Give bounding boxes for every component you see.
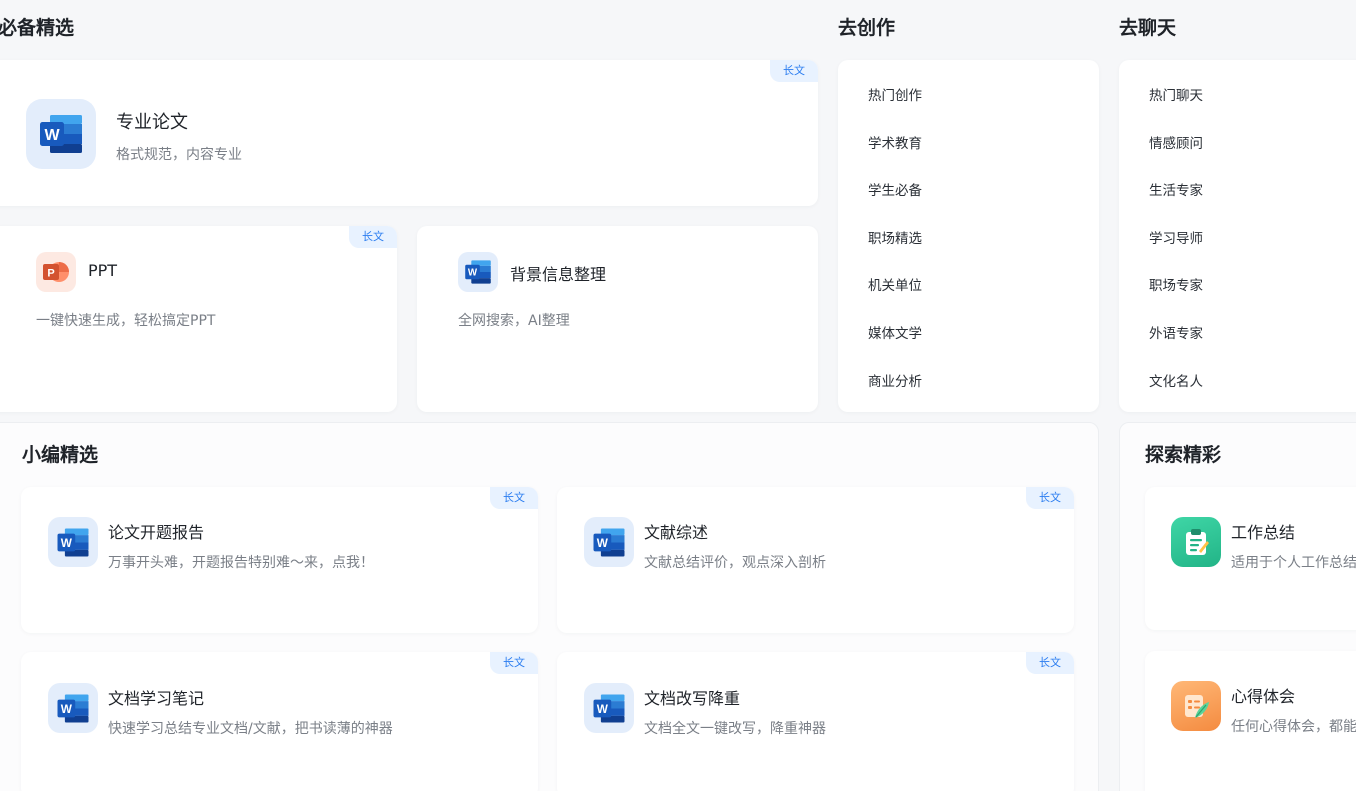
- chat-category-list: 热门聊天 情感顾问 生活专家 学习导师 职场专家 外语专家 文化名人: [1119, 60, 1356, 412]
- chat-item[interactable]: 职场专家: [1149, 274, 1203, 294]
- featured-card-paper[interactable]: 长文 W 专业论文 格式规范，内容专业: [0, 60, 818, 206]
- svg-text:W: W: [597, 701, 609, 715]
- card-desc: 文献总结评价，观点深入剖析: [644, 555, 826, 571]
- card-title: 心得体会: [1231, 687, 1296, 706]
- word-icon: W: [48, 683, 98, 733]
- svg-text:W: W: [44, 127, 60, 144]
- explore-panel: 探索精彩 工作总结 适用于个人工作总结 心得体会 任何心得体会，都能: [1119, 422, 1356, 791]
- svg-text:P: P: [47, 268, 54, 280]
- card-title: 工作总结: [1231, 523, 1296, 542]
- card-desc: 任何心得体会，都能: [1231, 719, 1356, 735]
- create-item[interactable]: 热门创作: [868, 84, 922, 104]
- chat-item[interactable]: 外语专家: [1149, 322, 1203, 342]
- create-item[interactable]: 机关单位: [868, 274, 922, 294]
- word-icon: W: [48, 517, 98, 567]
- word-icon: W: [584, 683, 634, 733]
- editors-card[interactable]: 长文 W 论文开题报告 万事开头难，开题报告特别难～来，点我！: [21, 487, 538, 633]
- svg-text:W: W: [468, 268, 478, 279]
- chat-item[interactable]: 文化名人: [1149, 370, 1203, 390]
- page-root: 必备精选 去创作 去聊天 长文 W 专业论文 格式规范，内容专业 长文 P PP…: [0, 0, 1356, 791]
- card-desc: 快速学习总结专业文档/文献，把书读薄的神器: [108, 721, 393, 737]
- word-icon: W: [584, 517, 634, 567]
- svg-text:W: W: [61, 701, 73, 715]
- editors-card[interactable]: 长文 W 文献综述 文献总结评价，观点深入剖析: [557, 487, 1074, 633]
- card-title: 文档改写降重: [644, 689, 741, 708]
- card-title: PPT: [88, 261, 118, 280]
- create-item[interactable]: 商业分析: [868, 370, 922, 390]
- explore-card[interactable]: 工作总结 适用于个人工作总结: [1145, 487, 1356, 630]
- section-title-editors: 小编精选: [22, 444, 99, 466]
- create-item[interactable]: 学术教育: [868, 132, 922, 152]
- create-item[interactable]: 学生必备: [868, 179, 922, 199]
- long-text-tag: 长文: [1026, 652, 1074, 674]
- card-title: 文献综述: [644, 523, 709, 542]
- section-title-explore: 探索精彩: [1145, 444, 1222, 466]
- long-text-tag: 长文: [490, 652, 538, 674]
- section-title-chat: 去聊天: [1119, 17, 1177, 39]
- card-title: 论文开题报告: [108, 523, 205, 542]
- chat-item[interactable]: 热门聊天: [1149, 84, 1203, 104]
- card-desc: 一键快速生成，轻松搞定PPT: [36, 313, 216, 329]
- card-desc: 万事开头难，开题报告特别难～来，点我！: [108, 555, 374, 571]
- card-title: 文档学习笔记: [108, 689, 205, 708]
- create-category-list: 热门创作 学术教育 学生必备 职场精选 机关单位 媒体文学 商业分析: [838, 60, 1099, 412]
- create-item[interactable]: 媒体文学: [868, 322, 922, 342]
- notes-feather-icon: [1171, 681, 1221, 731]
- word-icon: W: [458, 252, 498, 292]
- word-icon: W: [26, 99, 96, 169]
- svg-text:W: W: [597, 535, 609, 549]
- long-text-tag: 长文: [490, 487, 538, 509]
- editors-picks-panel: 小编精选 长文 W 论文开题报告 万事开头难，开题报告特别难～来，点我！ 长文: [0, 422, 1099, 791]
- powerpoint-icon: P: [36, 252, 76, 292]
- ppt-card[interactable]: 长文 P PPT 一键快速生成，轻松搞定PPT: [0, 226, 397, 412]
- card-desc: 全网搜索，AI整理: [458, 313, 570, 329]
- svg-text:W: W: [61, 535, 73, 549]
- card-desc: 格式规范，内容专业: [116, 147, 242, 163]
- clipboard-icon: [1171, 517, 1221, 567]
- long-text-tag: 长文: [1026, 487, 1074, 509]
- long-text-tag: 长文: [770, 60, 818, 82]
- chat-item[interactable]: 学习导师: [1149, 227, 1203, 247]
- create-item[interactable]: 职场精选: [868, 227, 922, 247]
- editors-card[interactable]: 长文 W 文档改写降重 文档全文一键改写，降重神器: [557, 652, 1074, 791]
- chat-item[interactable]: 生活专家: [1149, 179, 1203, 199]
- chat-item[interactable]: 情感顾问: [1149, 132, 1203, 152]
- card-desc: 适用于个人工作总结: [1231, 555, 1356, 571]
- section-title-must: 必备精选: [0, 17, 75, 39]
- background-info-card[interactable]: W 背景信息整理 全网搜索，AI整理: [417, 226, 818, 412]
- card-desc: 文档全文一键改写，降重神器: [644, 721, 826, 737]
- long-text-tag: 长文: [349, 226, 397, 248]
- explore-card[interactable]: 心得体会 任何心得体会，都能: [1145, 651, 1356, 791]
- card-title: 专业论文: [116, 112, 188, 133]
- section-title-create: 去创作: [838, 17, 896, 39]
- editors-card[interactable]: 长文 W 文档学习笔记 快速学习总结专业文档/文献，把书读薄的神器: [21, 652, 538, 791]
- card-title: 背景信息整理: [510, 265, 607, 284]
